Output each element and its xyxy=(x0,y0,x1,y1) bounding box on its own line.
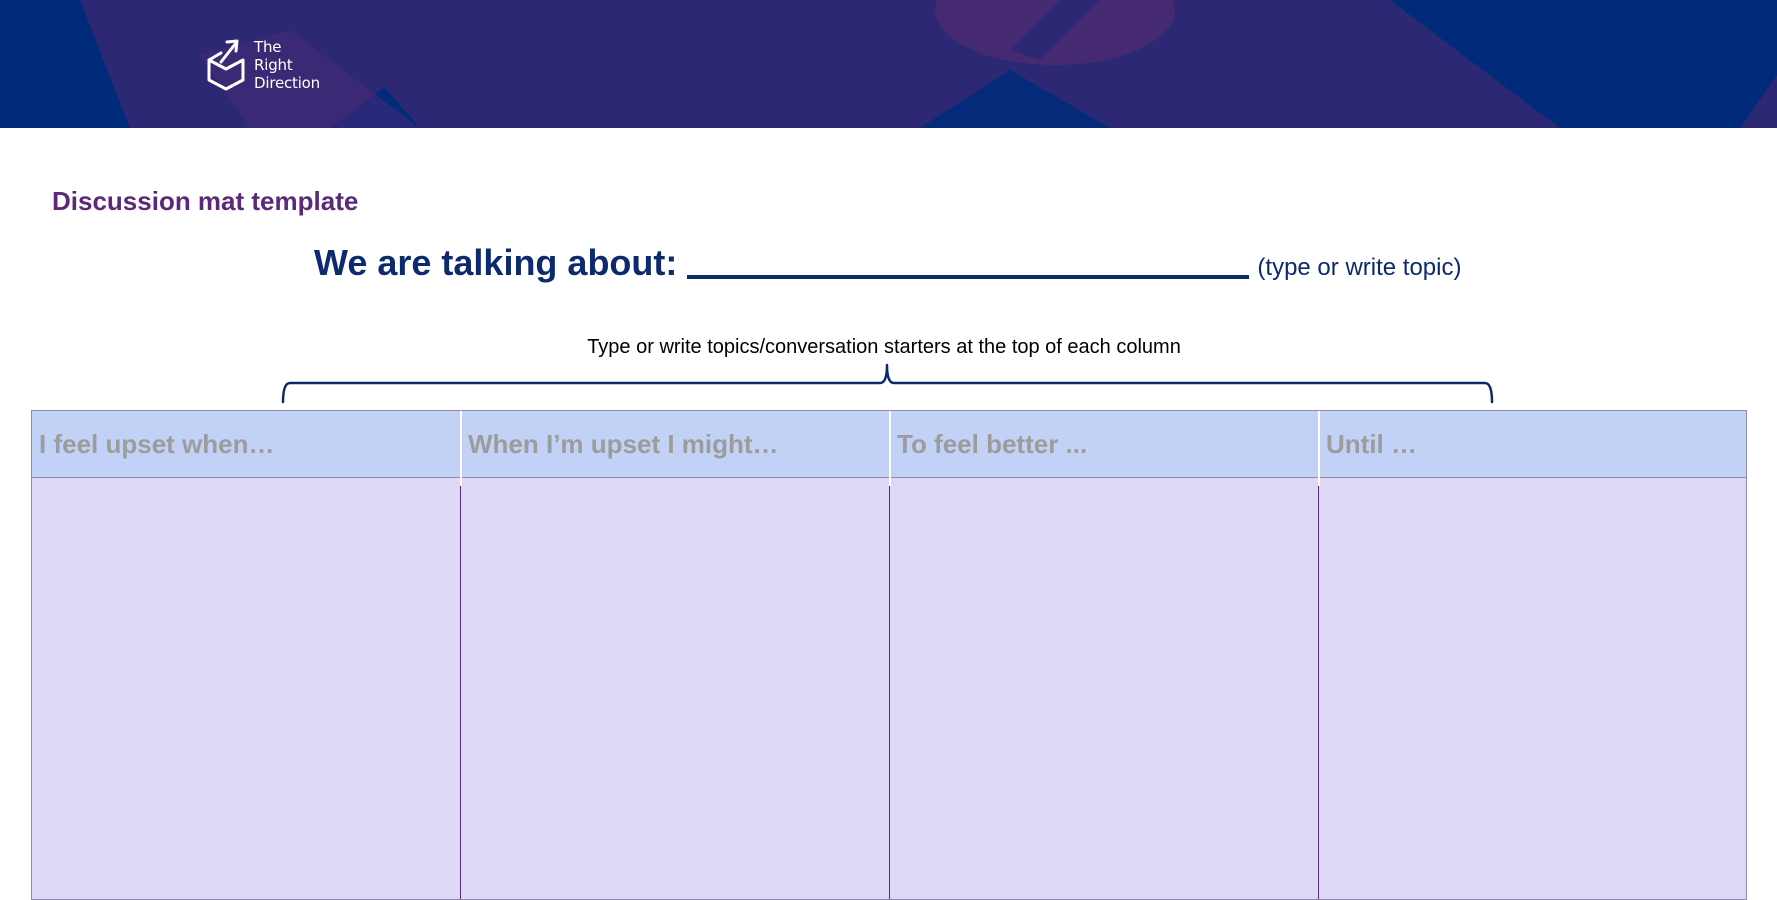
column-heading[interactable]: I feel upset when… xyxy=(32,411,460,477)
column-divider xyxy=(1318,411,1320,899)
brand-name-line: Right xyxy=(254,56,293,74)
page-title: Discussion mat template xyxy=(52,186,359,216)
topic-blank-field[interactable] xyxy=(687,275,1250,279)
column-writing-area[interactable] xyxy=(1319,478,1747,899)
brand-name: The Right Direction xyxy=(254,38,320,92)
mat-column: When I’m upset I might… xyxy=(461,411,889,899)
column-divider xyxy=(889,411,891,899)
topic-line: We are talking about: (type or write topi… xyxy=(314,242,1461,284)
column-writing-area[interactable] xyxy=(890,478,1318,899)
mat-column: I feel upset when… xyxy=(32,411,460,899)
brand-logo: The Right Direction xyxy=(205,36,320,96)
column-heading[interactable]: Until … xyxy=(1319,411,1747,477)
page-header-banner: The Right Direction xyxy=(0,0,1777,128)
column-writing-area[interactable] xyxy=(461,478,889,899)
discussion-mat: I feel upset when… When I’m upset I migh… xyxy=(31,410,1747,900)
column-writing-area[interactable] xyxy=(32,478,460,899)
column-heading[interactable]: When I’m upset I might… xyxy=(461,411,889,477)
topic-hint: (type or write topic) xyxy=(1257,254,1462,281)
curly-brace xyxy=(281,363,1494,404)
column-divider xyxy=(460,411,462,899)
brand-name-line: Direction xyxy=(254,74,320,92)
topic-label: We are talking about: xyxy=(314,242,678,283)
instruction-text: Type or write topics/conversation starte… xyxy=(587,336,1181,358)
column-heading[interactable]: To feel better ... xyxy=(890,411,1318,477)
mat-column: Until … xyxy=(1319,411,1747,899)
brand-name-line: The xyxy=(254,38,282,56)
mat-column: To feel better ... xyxy=(890,411,1318,899)
box-arrow-icon xyxy=(207,39,245,91)
